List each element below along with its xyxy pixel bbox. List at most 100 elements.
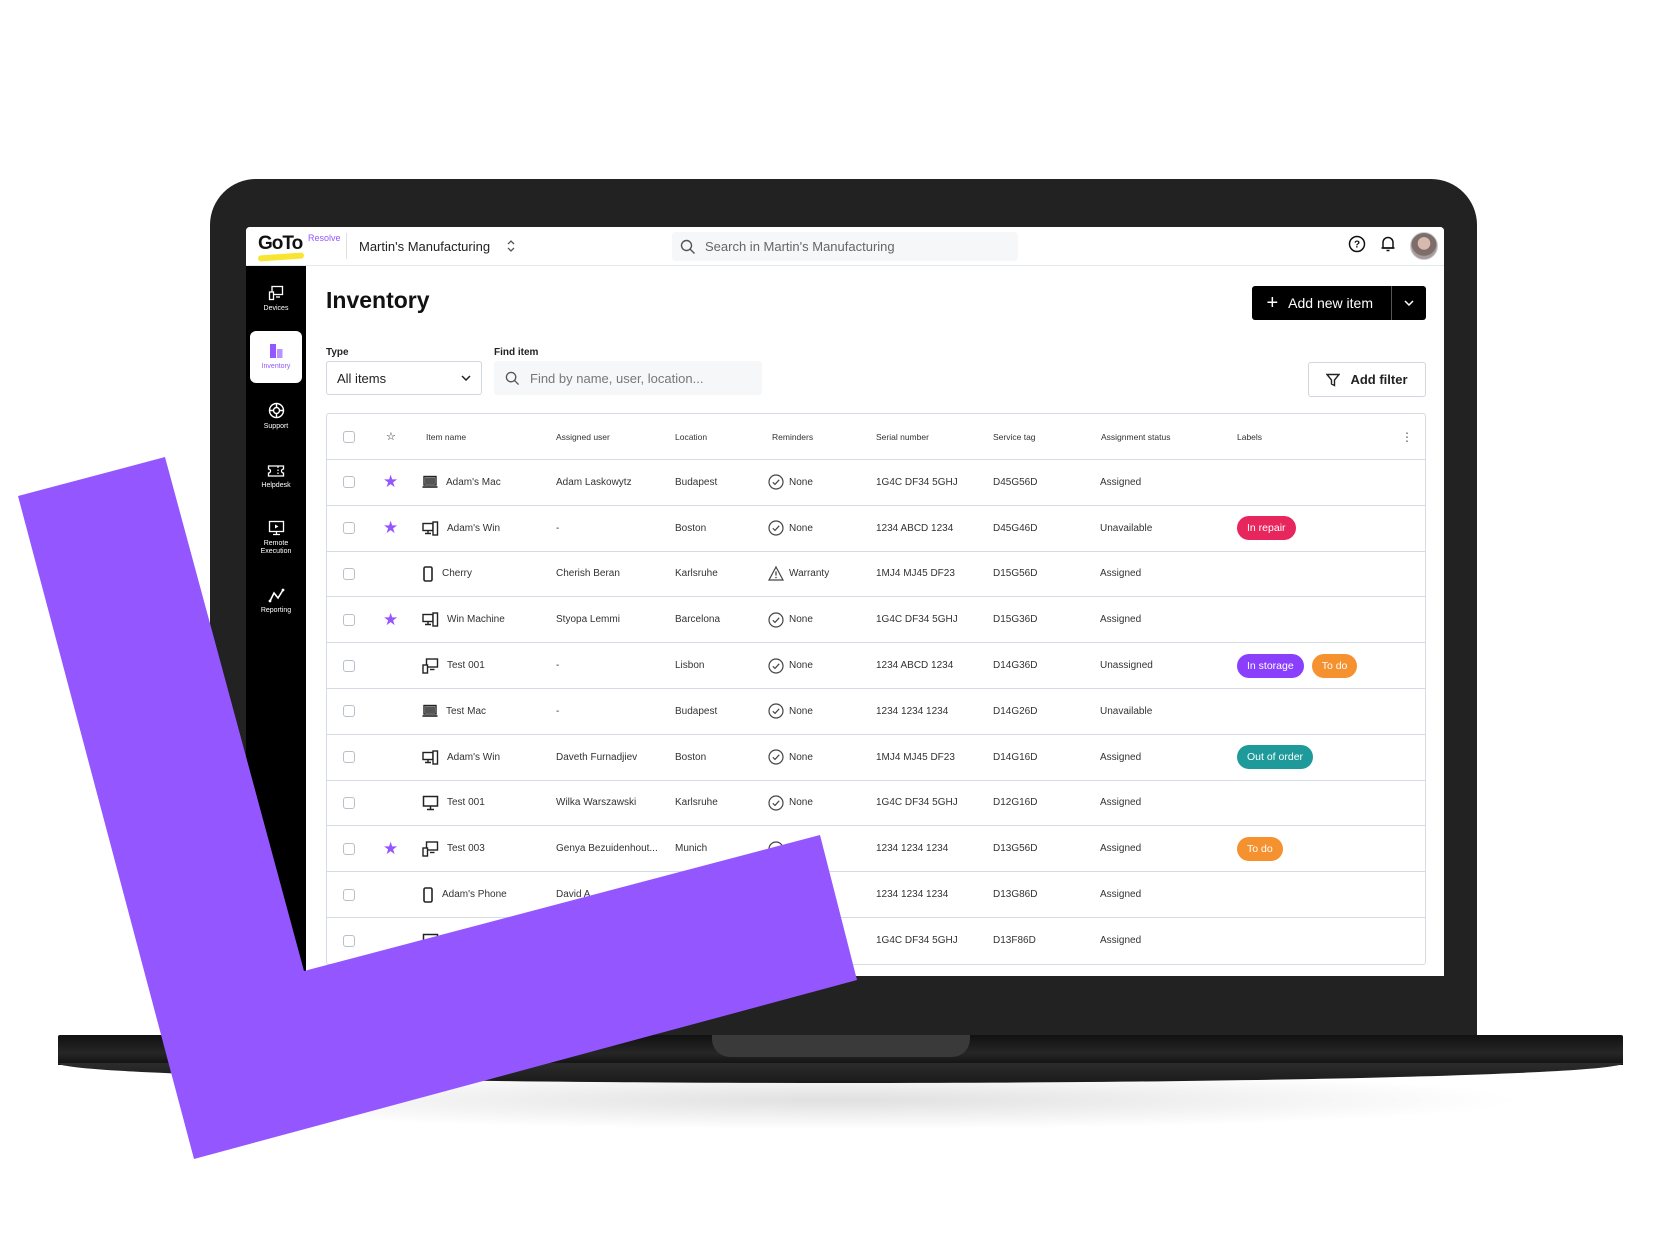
star-outline-icon[interactable]: ☆	[386, 430, 396, 443]
location: Budapest	[675, 476, 718, 488]
check-circle-icon	[768, 520, 784, 536]
row-checkbox[interactable]	[343, 796, 355, 809]
star-empty-slot[interactable]	[383, 658, 399, 674]
app-screen: GoTo Resolve Martin's Manufacturing Sear…	[246, 227, 1444, 976]
sidebar-item-inventory[interactable]: Inventory	[250, 331, 302, 383]
table-row[interactable]: Test 001 - Lisbon None 1234 ABCD 1234 D14G36D…	[327, 643, 1425, 689]
column-header-service-tag[interactable]: Service tag	[993, 414, 1036, 459]
select-all-checkbox[interactable]	[343, 430, 355, 443]
label-badge[interactable]: To do	[1311, 653, 1358, 678]
sidebar: Devices Inventory Support Helpdesk Remot…	[246, 266, 306, 976]
devices-icon	[422, 841, 439, 857]
item-name[interactable]: Test 001	[447, 660, 485, 671]
user-avatar[interactable]	[1410, 232, 1438, 260]
star-empty-slot[interactable]	[383, 887, 399, 903]
row-checkbox[interactable]	[343, 842, 355, 855]
assigned-user: Styopa Lemmi	[556, 614, 620, 626]
star-empty-slot[interactable]	[383, 749, 399, 765]
row-checkbox[interactable]	[343, 705, 355, 718]
bell-icon[interactable]	[1380, 235, 1396, 258]
table-row[interactable]: ★ Test 003 Genya Bezuidenhout... Munich 1234…	[327, 826, 1425, 873]
table-row[interactable]: Adam's Win Daveth Furnadjiev Boston None 1MJ…	[327, 735, 1425, 781]
inventory-icon	[270, 344, 283, 358]
star-empty-slot[interactable]	[383, 795, 399, 811]
column-header-item-name[interactable]: Item name	[426, 414, 466, 459]
serial-number: 1234 ABCD 1234	[876, 522, 954, 534]
column-options-icon[interactable]: ⋮	[1401, 430, 1413, 444]
reminder: None	[789, 705, 813, 717]
sidebar-item-remote-execution[interactable]: Remote Execution	[250, 512, 302, 564]
star-filled-icon[interactable]: ★	[383, 839, 398, 859]
global-search-input[interactable]: Search in Martin's Manufacturing	[672, 232, 1018, 261]
item-name[interactable]: Adam's Win	[447, 752, 500, 763]
label-badge[interactable]: In repair	[1237, 516, 1296, 541]
item-name[interactable]: Adam's Win	[447, 523, 500, 534]
item-name[interactable]: Test 003	[447, 843, 485, 854]
row-checkbox[interactable]	[343, 659, 355, 672]
help-icon[interactable]: ?	[1348, 235, 1366, 258]
find-item-label: Find item	[494, 347, 539, 358]
assigned-user: Wilka Warszawski	[556, 797, 637, 809]
table-row[interactable]: Adam's Phone David A... 1234 1234 1234 D13G…	[327, 872, 1425, 918]
row-checkbox[interactable]	[343, 567, 355, 580]
star-empty-slot[interactable]	[383, 933, 399, 949]
find-item-input[interactable]: Find by name, user, location...	[494, 361, 762, 395]
column-header-assigned-user[interactable]: Assigned user	[556, 414, 610, 459]
row-checkbox[interactable]	[343, 522, 355, 535]
add-new-item-label: Add new item	[1288, 295, 1373, 311]
item-name[interactable]: Test 001	[447, 797, 485, 808]
goto-logo[interactable]: GoTo Resolve	[246, 227, 346, 266]
add-new-item-dropdown-button[interactable]	[1392, 286, 1426, 320]
location: Barcelona	[675, 614, 721, 626]
table-row[interactable]: 1G4C DF34 5GHJ D13F86D Assigned	[327, 918, 1425, 964]
row-checkbox[interactable]	[343, 751, 355, 764]
column-header-reminders[interactable]: Reminders	[772, 414, 813, 459]
assignment-status: Assigned	[1100, 935, 1142, 947]
type-select[interactable]: All items	[326, 361, 482, 395]
star-filled-icon[interactable]: ★	[383, 472, 398, 492]
check-circle-icon	[768, 749, 784, 765]
table-row[interactable]: Test 001 Wilka Warszawski Karlsruhe None 1G4…	[327, 781, 1425, 827]
label-badge[interactable]: In storage	[1237, 653, 1304, 678]
table-row[interactable]: Test Mac - Budapest None 1234 1234 1234 D14G2…	[327, 689, 1425, 735]
main-content: Inventory + Add new item Type All items …	[306, 266, 1444, 976]
item-name[interactable]: Adam's Phone	[442, 889, 507, 900]
sidebar-item-support[interactable]: Support	[250, 390, 302, 442]
add-filter-button[interactable]: Add filter	[1308, 362, 1426, 397]
assignment-status: Unassigned	[1100, 660, 1153, 672]
service-tag: D13G56D	[993, 843, 1038, 855]
star-empty-slot[interactable]	[383, 566, 399, 582]
label-badge[interactable]: To do	[1237, 836, 1283, 861]
add-new-item-button[interactable]: + Add new item	[1252, 286, 1392, 320]
star-filled-icon[interactable]: ★	[383, 518, 398, 538]
phone-icon	[422, 886, 434, 903]
serial-number: 1234 1234 1234	[876, 843, 949, 855]
column-header-serial-number[interactable]: Serial number	[876, 414, 929, 459]
star-filled-icon[interactable]: ★	[383, 610, 398, 630]
sidebar-item-helpdesk[interactable]: Helpdesk	[250, 451, 302, 503]
item-name[interactable]: Test Mac	[446, 706, 486, 717]
column-header-labels[interactable]: Labels	[1237, 414, 1262, 459]
sidebar-item-reporting[interactable]: Reporting	[250, 575, 302, 627]
sidebar-item-devices[interactable]: Devices	[250, 273, 302, 325]
serial-number: 1MJ4 MJ45 DF23	[876, 568, 955, 580]
row-checkbox[interactable]	[343, 613, 355, 626]
location: Karlsruhe	[675, 568, 718, 580]
star-empty-slot[interactable]	[383, 703, 399, 719]
service-tag: D12G16D	[993, 797, 1038, 809]
item-name[interactable]: Adam's Mac	[446, 477, 501, 488]
serial-number: 1MJ4 MJ45 DF23	[876, 751, 955, 763]
item-name[interactable]: Win Machine	[447, 614, 505, 625]
table-row[interactable]: ★ Win Machine Styopa Lemmi Barcelona None 1G4…	[327, 597, 1425, 644]
table-row[interactable]: Cherry Cherish Beran Karlsruhe Warranty 1MJ4…	[327, 552, 1425, 598]
label-badge[interactable]: Out of order	[1237, 745, 1314, 770]
row-checkbox[interactable]	[343, 476, 355, 489]
column-header-assignment-status[interactable]: Assignment status	[1101, 414, 1170, 459]
row-checkbox[interactable]	[343, 934, 355, 947]
column-header-location[interactable]: Location	[675, 414, 707, 459]
row-checkbox[interactable]	[343, 888, 355, 901]
item-name[interactable]: Cherry	[442, 568, 472, 579]
table-row[interactable]: ★ Adam's Win - Boston None 1234 ABCD 1234 D45G…	[327, 506, 1425, 552]
organization-switcher[interactable]: Martin's Manufacturing	[359, 238, 516, 254]
table-row[interactable]: ★ Adam's Mac Adam Laskowytz Budapest None 1G4…	[327, 460, 1425, 506]
